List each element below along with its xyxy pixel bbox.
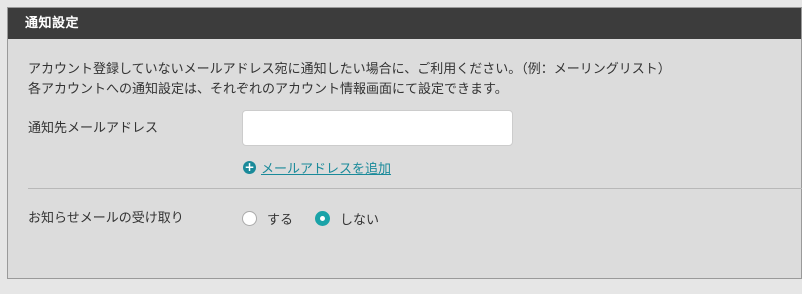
description-line-1: アカウント登録していないメールアドレス宛に通知したい場合に、ご利用ください。（例… (28, 62, 671, 77)
radio-option-yes[interactable]: する (242, 209, 293, 228)
section-title: 通知設定 (8, 8, 801, 39)
description-line-2: 各アカウントへの通知設定は、それぞれのアカウント情報画面にて設定できます。 (28, 82, 508, 97)
add-email-link[interactable]: + メールアドレスを追加 (243, 158, 391, 177)
notification-settings-panel: 通知設定 アカウント登録していないメールアドレス宛に通知したい場合に、ご利用くだ… (7, 7, 802, 279)
description: アカウント登録していないメールアドレス宛に通知したい場合に、ご利用ください。（例… (28, 60, 671, 100)
divider (28, 188, 802, 189)
radio-unchecked-icon[interactable] (242, 211, 257, 226)
notification-email-input[interactable] (242, 110, 513, 146)
receive-notice-radio-group: する しない (242, 209, 401, 228)
plus-circle-icon: + (243, 160, 256, 174)
add-email-label: メールアドレスを追加 (261, 162, 392, 177)
email-field-label: 通知先メールアドレス (28, 121, 159, 136)
radio-checked-icon[interactable] (315, 211, 331, 226)
radio-option-no[interactable]: しない (315, 209, 379, 228)
radio-label-yes: する (267, 213, 294, 228)
page: 通知設定 アカウント登録していないメールアドレス宛に通知したい場合に、ご利用くだ… (0, 0, 802, 294)
receive-notice-label: お知らせメールの受け取り (28, 211, 184, 226)
radio-label-no: しない (340, 213, 380, 228)
